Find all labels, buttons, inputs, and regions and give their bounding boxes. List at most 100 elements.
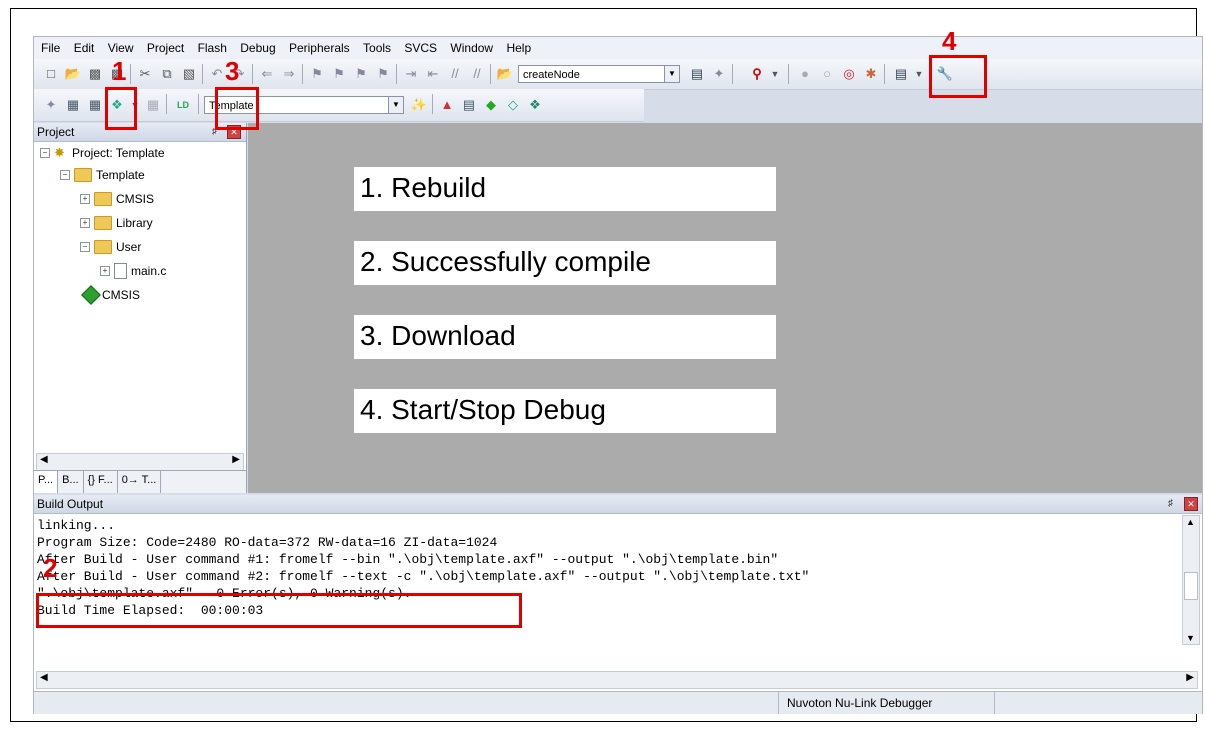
find-in-files-icon[interactable]: 📂 — [496, 65, 514, 83]
component-icon — [81, 285, 101, 305]
build-output-vscroll[interactable]: ▲ ▼ — [1182, 515, 1200, 645]
collapse-icon[interactable]: − — [80, 242, 90, 252]
project-pane-tabs: P... B... {} F... 0→ T... — [34, 470, 246, 493]
new-file-icon[interactable]: □ — [42, 65, 60, 83]
callout-number-4: 4 — [942, 26, 957, 56]
chevron-down-icon[interactable]: ▼ — [664, 66, 679, 82]
breakpoint-disable-all-icon[interactable]: ◎ — [840, 65, 858, 83]
debug-dropdown-icon[interactable]: ▼ — [766, 65, 784, 83]
menu-edit[interactable]: Edit — [69, 37, 100, 55]
indent-icon[interactable]: ⇥ — [402, 65, 420, 83]
folder-icon — [74, 168, 92, 182]
tab-templates[interactable]: 0→ T... — [118, 471, 162, 493]
chevron-down-icon[interactable]: ▼ — [388, 97, 403, 113]
stop-build-icon[interactable]: ▦ — [144, 96, 162, 114]
tree-item-main-c[interactable]: + main.c — [100, 261, 166, 281]
folder-icon — [94, 216, 112, 230]
expand-icon[interactable]: + — [80, 218, 90, 228]
uncomment-icon[interactable]: // — [468, 65, 486, 83]
target-options-icon[interactable]: ✨ — [410, 96, 428, 114]
pack-installer-icon[interactable]: ◇ — [504, 96, 522, 114]
collapse-icon[interactable]: − — [60, 170, 70, 180]
tree-item-library[interactable]: + Library — [80, 213, 153, 233]
highlight-start-stop-debug — [929, 55, 987, 98]
menu-tools[interactable]: Tools — [358, 37, 396, 55]
close-icon[interactable]: ✕ — [1184, 497, 1198, 511]
editor-area: 1. Rebuild 2. Successfully compile 3. Do… — [248, 123, 1202, 493]
rebuild-icon[interactable]: ▦ — [86, 96, 104, 114]
nav-forward-icon[interactable]: ⇒ — [280, 65, 298, 83]
manage-project-items-icon[interactable]: ▤ — [460, 96, 478, 114]
comment-icon[interactable]: // — [446, 65, 464, 83]
menu-view[interactable]: View — [103, 37, 139, 55]
callout-number-3: 3 — [225, 56, 240, 86]
save-icon[interactable]: ▩ — [86, 65, 104, 83]
expand-icon[interactable]: + — [100, 266, 110, 276]
build-output-title: Build Output — [34, 495, 1202, 514]
folder-open-icon — [94, 240, 112, 254]
pin-icon[interactable]: ♯ — [1168, 498, 1173, 509]
menu-file[interactable]: File — [36, 37, 65, 55]
incremental-find-icon[interactable]: ✦ — [710, 65, 728, 83]
scroll-up-icon[interactable]: ▲ — [1186, 517, 1195, 527]
project-hscroll[interactable]: ◀ ▶ — [36, 453, 244, 471]
breakpoint-kill-all-icon[interactable]: ✱ — [862, 65, 880, 83]
bookmark-prev-icon[interactable]: ⚑ — [330, 65, 348, 83]
undo-icon[interactable]: ↶ — [208, 65, 226, 83]
scroll-left-icon[interactable]: ◀ — [40, 454, 48, 465]
tree-item-cmsis-component[interactable]: CMSIS — [81, 285, 141, 305]
tree-label: CMSIS — [102, 288, 141, 302]
find-combo[interactable]: createNode ▼ — [518, 65, 680, 83]
run-time-env-icon[interactable]: ❖ — [526, 96, 544, 114]
scroll-right-icon[interactable]: ▶ — [1186, 672, 1194, 683]
menu-help[interactable]: Help — [501, 37, 536, 55]
bookmark-next-icon[interactable]: ⚑ — [352, 65, 370, 83]
tree-item-cmsis-group[interactable]: + CMSIS — [80, 189, 154, 209]
menu-debug[interactable]: Debug — [235, 37, 280, 55]
project-icon: ✸ — [54, 145, 65, 160]
scroll-right-icon[interactable]: ▶ — [232, 454, 240, 465]
collapse-icon[interactable]: − — [40, 148, 50, 158]
tab-functions[interactable]: {} F... — [84, 471, 118, 493]
tab-books[interactable]: B... — [58, 471, 84, 493]
manage-components-icon[interactable]: ▲ — [438, 96, 456, 114]
paste-icon[interactable]: ▧ — [180, 65, 198, 83]
window-layout-icon[interactable]: ▤ — [892, 65, 910, 83]
standard-toolbar: □ 📂 ▩ ▩ ✂ ⧉ ▧ ↶ ↷ ⇐ ⇒ ⚑ ⚑ ⚑ ⚑ ⇥ ⇤ // // … — [34, 59, 1202, 90]
status-bar: Nuvoton Nu-Link Debugger — [34, 691, 1202, 714]
nav-back-icon[interactable]: ⇐ — [258, 65, 276, 83]
tree-label: Library — [116, 216, 153, 230]
menu-flash[interactable]: Flash — [193, 37, 232, 55]
highlight-download — [215, 87, 259, 130]
layout-dropdown-icon[interactable]: ▼ — [910, 65, 928, 83]
start-stop-debug-icon[interactable]: ⚲ — [748, 65, 766, 83]
copy-icon[interactable]: ⧉ — [158, 65, 176, 83]
download-icon[interactable]: LD — [174, 96, 192, 114]
open-file-icon[interactable]: 📂 — [64, 65, 82, 83]
bookmark-clear-icon[interactable]: ⚑ — [374, 65, 392, 83]
tree-item-project[interactable]: − ✸ Project: Template — [40, 143, 165, 163]
bookmark-icon[interactable]: ⚑ — [308, 65, 326, 83]
tab-project[interactable]: P... — [34, 471, 59, 493]
menu-bar: File Edit View Project Flash Debug Perip… — [34, 37, 1202, 59]
unindent-icon[interactable]: ⇤ — [424, 65, 442, 83]
translate-icon[interactable]: ✦ — [42, 96, 60, 114]
expand-icon[interactable]: + — [80, 194, 90, 204]
scroll-left-icon[interactable]: ◀ — [40, 672, 48, 683]
build-output-hscroll[interactable]: ◀ ▶ — [36, 671, 1198, 689]
build-icon[interactable]: ▦ — [64, 96, 82, 114]
find-combo-value: createNode — [523, 69, 580, 81]
menu-svcs[interactable]: SVCS — [399, 37, 442, 55]
breakpoint-disable-icon[interactable]: ○ — [818, 65, 836, 83]
tree-item-template[interactable]: − Template — [60, 165, 145, 185]
tree-item-user[interactable]: − User — [80, 237, 141, 257]
cut-icon[interactable]: ✂ — [136, 65, 154, 83]
select-packs-icon[interactable]: ◆ — [482, 96, 500, 114]
menu-window[interactable]: Window — [445, 37, 498, 55]
menu-peripherals[interactable]: Peripherals — [284, 37, 355, 55]
scroll-down-icon[interactable]: ▼ — [1186, 633, 1195, 643]
breakpoint-icon[interactable]: ● — [796, 65, 814, 83]
find-icon[interactable]: ▤ — [688, 65, 706, 83]
scroll-thumb[interactable] — [1184, 572, 1198, 600]
menu-project[interactable]: Project — [142, 37, 189, 55]
